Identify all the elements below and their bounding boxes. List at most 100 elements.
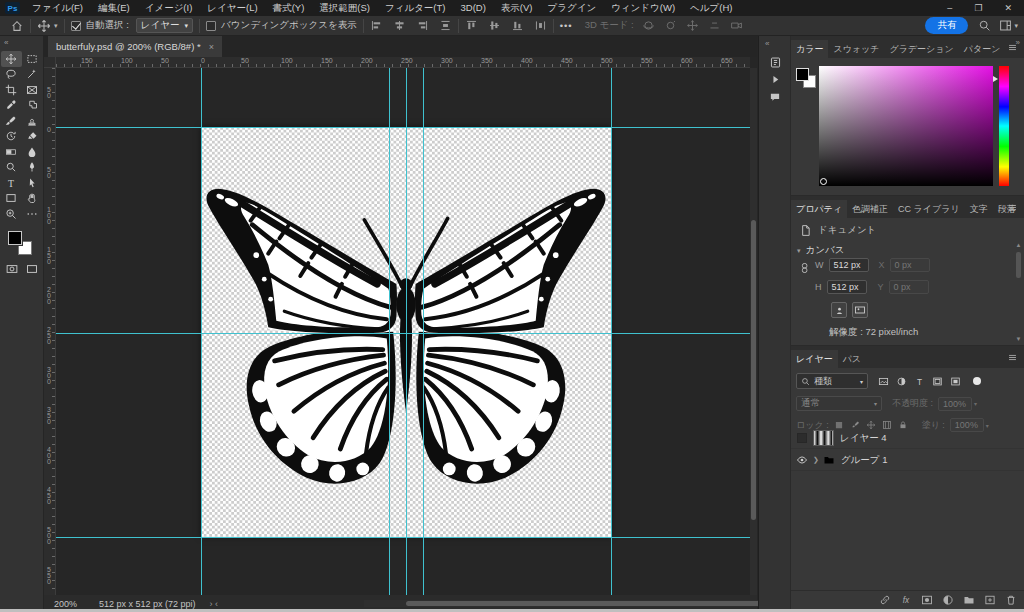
bounding-box-checkbox[interactable] <box>206 21 216 31</box>
canvas-section-chevron-icon[interactable]: ▾ <box>797 247 801 255</box>
kind-frame-icon[interactable] <box>932 376 943 387</box>
toolbar-collapse-icon[interactable]: « <box>4 38 43 47</box>
scroll-up-icon[interactable]: ▲ <box>1015 242 1022 248</box>
layer-thumbnail[interactable] <box>813 430 834 446</box>
guide-vertical[interactable] <box>201 68 202 595</box>
roll-icon[interactable] <box>664 19 677 32</box>
screen-mode-icon[interactable] <box>26 262 38 278</box>
adjustment-icon[interactable] <box>942 594 954 606</box>
layer-filter-dropdown[interactable]: 種類 ▾ <box>796 373 868 389</box>
guide-vertical[interactable] <box>611 68 612 595</box>
foreground-color-swatch[interactable] <box>8 231 22 245</box>
align-left-icon[interactable] <box>370 19 383 32</box>
tab-gradients[interactable]: グラデーション <box>884 40 958 58</box>
color-picker-marker[interactable] <box>820 178 827 185</box>
guide-horizontal[interactable] <box>56 333 750 334</box>
workspace-chevron-icon[interactable]: ▾ <box>1014 22 1018 30</box>
orientation-landscape-button[interactable] <box>852 302 868 318</box>
align-center-h-icon[interactable] <box>393 19 406 32</box>
share-button[interactable]: 共有 <box>925 17 968 34</box>
tool-preset-chevron-icon[interactable]: ▾ <box>54 22 58 30</box>
minimize-button[interactable]: – <box>947 3 952 13</box>
properties-scrollbar[interactable]: ▲ ▼ <box>1015 242 1022 342</box>
color-field[interactable] <box>819 66 993 186</box>
horizontal-ruler[interactable]: 1501005005010015020025030035040045050055… <box>56 57 750 68</box>
menu-item-5[interactable]: 選択範囲(S) <box>319 2 370 15</box>
menu-item-2[interactable]: イメージ(I) <box>145 2 193 15</box>
menu-item-6[interactable]: フィルター(T) <box>385 2 446 15</box>
properties-panel-menu-icon[interactable] <box>1007 202 1018 213</box>
zoom-level[interactable]: 200% <box>54 599 77 609</box>
visibility-toggle[interactable] <box>791 454 813 466</box>
guide-horizontal[interactable] <box>56 127 750 128</box>
menu-item-0[interactable]: ファイル(F) <box>32 2 83 15</box>
menu-item-4[interactable]: 書式(Y) <box>273 2 305 15</box>
layers-panel-menu-icon[interactable] <box>1007 352 1018 363</box>
layer-name[interactable]: グループ 1 <box>841 454 888 467</box>
tab-swatches[interactable]: スウォッチ <box>828 40 884 58</box>
comments-icon[interactable] <box>759 88 791 105</box>
status-chevron-icon[interactable]: › ‹ <box>210 599 219 609</box>
restore-button[interactable]: ❐ <box>974 3 982 13</box>
canvas-link-icon[interactable] <box>799 262 811 274</box>
height-field[interactable]: 512 px <box>827 280 867 294</box>
guide-horizontal[interactable] <box>56 537 750 538</box>
tool-pen[interactable] <box>22 160 43 176</box>
canvas-viewport[interactable] <box>56 68 750 595</box>
tab-cc-libraries[interactable]: CC ライブラリ <box>893 200 965 218</box>
kind-type-icon[interactable]: T <box>914 376 925 387</box>
group-disclosure-icon[interactable]: ❯ <box>813 456 819 464</box>
libraries-icon[interactable] <box>759 54 791 71</box>
more-options-icon[interactable]: ••• <box>560 20 573 31</box>
tab-color[interactable]: カラー <box>791 40 828 58</box>
panelstrip-collapse-icon[interactable]: « <box>765 39 790 48</box>
tab-paths[interactable]: パス <box>838 350 866 368</box>
guide-vertical[interactable] <box>406 68 407 595</box>
tool-gradient[interactable] <box>1 144 22 160</box>
home-icon[interactable] <box>10 19 24 33</box>
tool-brush[interactable] <box>1 113 22 129</box>
pan3d-icon[interactable] <box>686 19 699 32</box>
kind-smart-icon[interactable] <box>950 376 961 387</box>
tool-zoom[interactable] <box>1 206 22 222</box>
link-icon[interactable] <box>879 594 891 606</box>
tool-dodge[interactable] <box>1 160 22 176</box>
scroll-down-icon[interactable]: ▼ <box>1015 336 1022 342</box>
menu-item-9[interactable]: プラグイン <box>548 2 597 15</box>
guide-vertical[interactable] <box>423 68 424 595</box>
kind-image-icon[interactable] <box>878 376 889 387</box>
tool-type[interactable]: T <box>1 175 22 191</box>
tool-eraser[interactable] <box>22 129 43 145</box>
tool-stamp[interactable] <box>22 113 43 129</box>
vertical-scrollbar[interactable] <box>750 68 757 595</box>
new-layer-icon[interactable] <box>984 594 996 606</box>
layer-row-1[interactable]: レイヤー 4 <box>791 428 1024 449</box>
tool-crop[interactable] <box>1 82 22 98</box>
tab-properties[interactable]: プロパティ <box>791 200 847 218</box>
tool-edit-toolbar[interactable] <box>22 206 43 222</box>
opacity-field[interactable]: 100% <box>938 397 972 411</box>
auto-select-dropdown[interactable]: レイヤー▾ <box>136 18 193 33</box>
tab-adjustments[interactable]: 色調補正 <box>847 200 893 218</box>
quick-mask-icon[interactable] <box>6 262 18 278</box>
tool-eyedropper[interactable] <box>1 98 22 114</box>
align-bottom-icon[interactable] <box>511 19 524 32</box>
auto-select-checkbox[interactable] <box>71 21 81 31</box>
menu-item-10[interactable]: ウィンドウ(W) <box>611 2 675 15</box>
blend-mode-dropdown[interactable]: 通常▾ <box>796 396 882 411</box>
tab-patterns[interactable]: パターン <box>959 40 1006 58</box>
foreground-color-swatch[interactable] <box>796 68 809 81</box>
orientation-portrait-button[interactable] <box>831 302 847 318</box>
tool-patch[interactable] <box>22 98 43 114</box>
width-field[interactable]: 512 px <box>829 258 869 272</box>
actions-icon[interactable] <box>759 71 791 88</box>
guide-vertical[interactable] <box>389 68 390 595</box>
workspace-icon[interactable] <box>999 19 1012 32</box>
tool-rectangle[interactable] <box>1 191 22 207</box>
hue-slider[interactable] <box>999 66 1009 186</box>
hue-slider-marker[interactable] <box>993 76 998 82</box>
align-right-icon[interactable] <box>416 19 429 32</box>
tool-history-brush[interactable] <box>1 129 22 145</box>
document-tab[interactable]: butterfuly.psd @ 200% (RGB/8#) * × <box>48 36 222 57</box>
trash-icon[interactable] <box>1005 594 1017 606</box>
